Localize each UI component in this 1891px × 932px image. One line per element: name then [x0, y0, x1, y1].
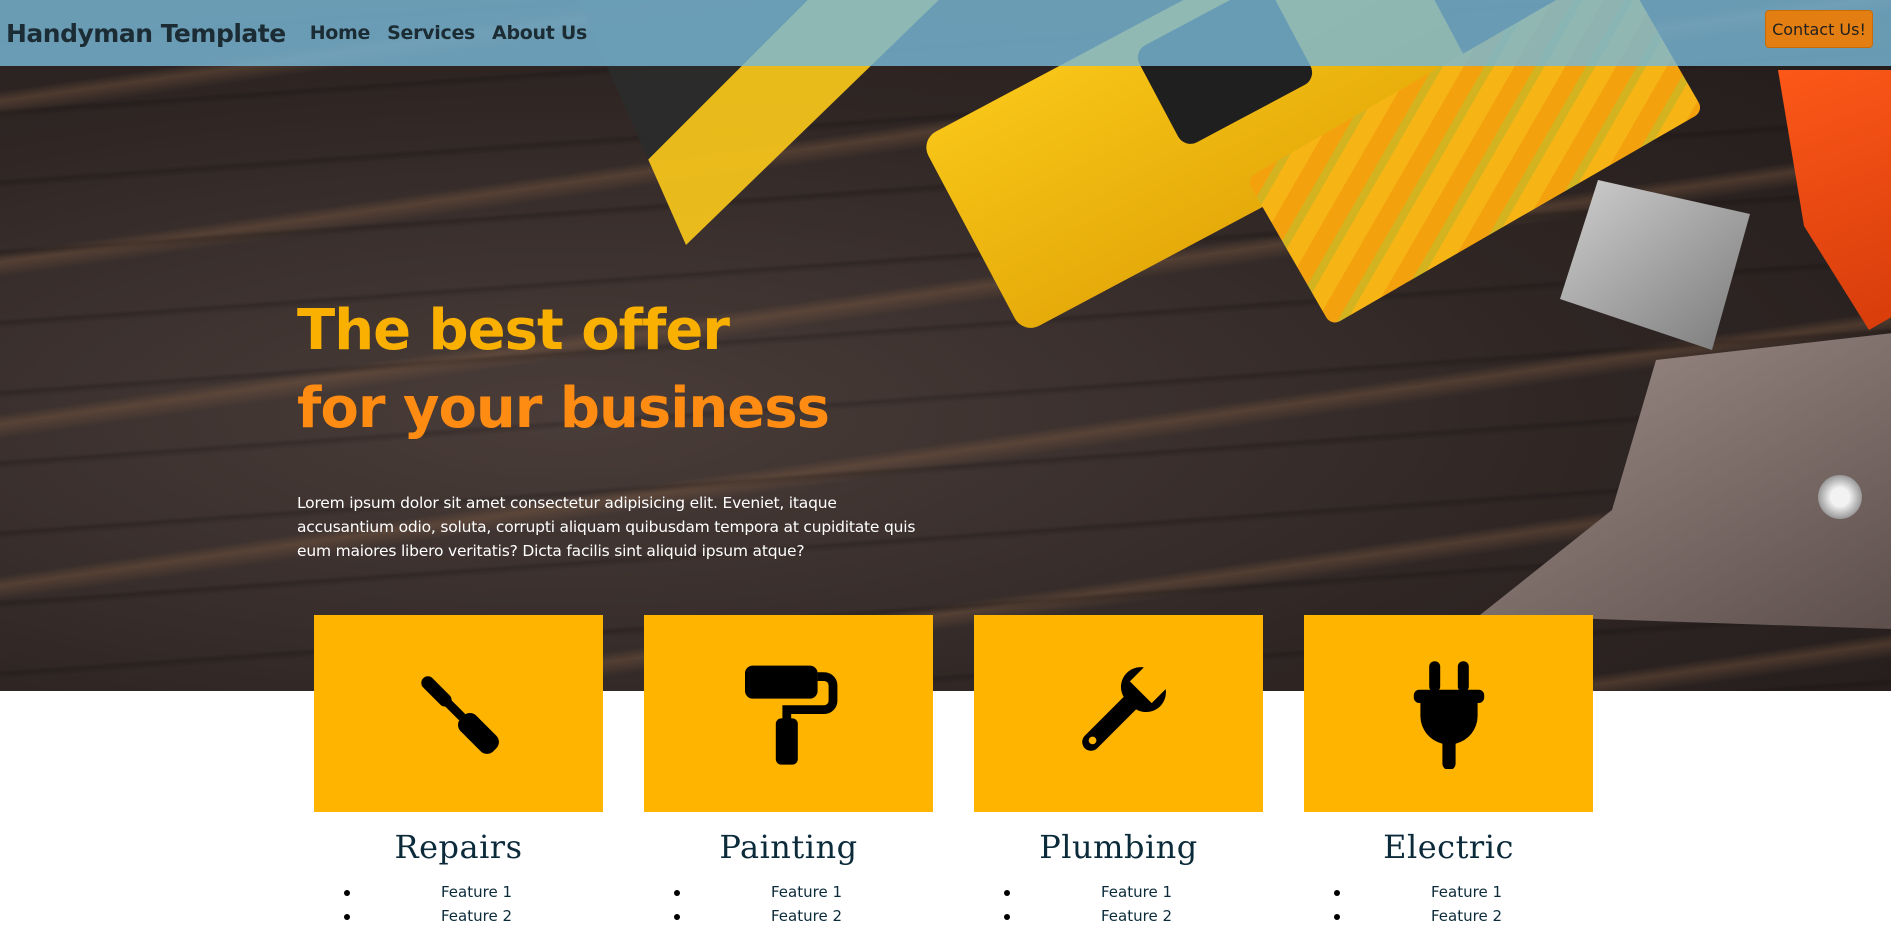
hero-title: The best offer for your business	[297, 292, 997, 448]
list-item: Feature 1	[1304, 880, 1593, 904]
nav-link-about-us[interactable]: About Us	[492, 22, 587, 44]
service-card-image[interactable]	[974, 615, 1263, 812]
service-card-plumbing[interactable]: Plumbing Feature 1 Feature 2	[974, 615, 1263, 928]
wrench-icon	[1064, 659, 1174, 769]
hero-title-line2: for your business	[297, 376, 830, 441]
service-card-electric[interactable]: Electric Feature 1 Feature 2	[1304, 615, 1593, 928]
hero-section: The best offer for your business Lorem i…	[0, 0, 1891, 691]
service-title: Electric	[1383, 828, 1514, 866]
pliers-head-image	[1560, 180, 1750, 350]
service-card-image[interactable]	[314, 615, 603, 812]
plug-icon	[1394, 659, 1504, 769]
navbar: Handyman Template Home Services About Us…	[0, 0, 1891, 66]
hero-title-line1: The best offer	[297, 298, 730, 363]
service-card-painting[interactable]: Painting Feature 1 Feature 2	[644, 615, 933, 928]
list-item: Feature 1	[314, 880, 603, 904]
hero-description: Lorem ipsum dolor sit amet consectetur a…	[297, 494, 916, 560]
service-title: Painting	[719, 828, 858, 866]
list-item: Feature 1	[644, 880, 933, 904]
feature-list: Feature 1 Feature 2	[644, 880, 933, 928]
list-item: Feature 2	[1304, 904, 1593, 928]
nav-links: Home Services About Us	[310, 22, 588, 44]
feature-list: Feature 1 Feature 2	[1304, 880, 1593, 928]
brand-logo[interactable]: Handyman Template	[6, 19, 286, 48]
service-card-repairs[interactable]: Repairs Feature 1 Feature 2	[314, 615, 603, 928]
list-item: Feature 2	[644, 904, 933, 928]
paint-roller-icon	[734, 659, 844, 769]
service-card-image[interactable]	[644, 615, 933, 812]
screwdriver-icon	[404, 659, 514, 769]
nav-link-services[interactable]: Services	[387, 22, 475, 44]
service-title: Repairs	[394, 828, 523, 866]
feature-list: Feature 1 Feature 2	[314, 880, 603, 928]
service-card-image[interactable]	[1304, 615, 1593, 812]
bolt-image	[1818, 475, 1862, 519]
contact-us-button[interactable]: Contact Us!	[1765, 10, 1873, 48]
list-item: Feature 1	[974, 880, 1263, 904]
pliers-handle-image	[1778, 70, 1891, 330]
service-title: Plumbing	[1039, 828, 1198, 866]
nav-link-home[interactable]: Home	[310, 22, 371, 44]
list-item: Feature 2	[314, 904, 603, 928]
feature-list: Feature 1 Feature 2	[974, 880, 1263, 928]
list-item: Feature 2	[974, 904, 1263, 928]
